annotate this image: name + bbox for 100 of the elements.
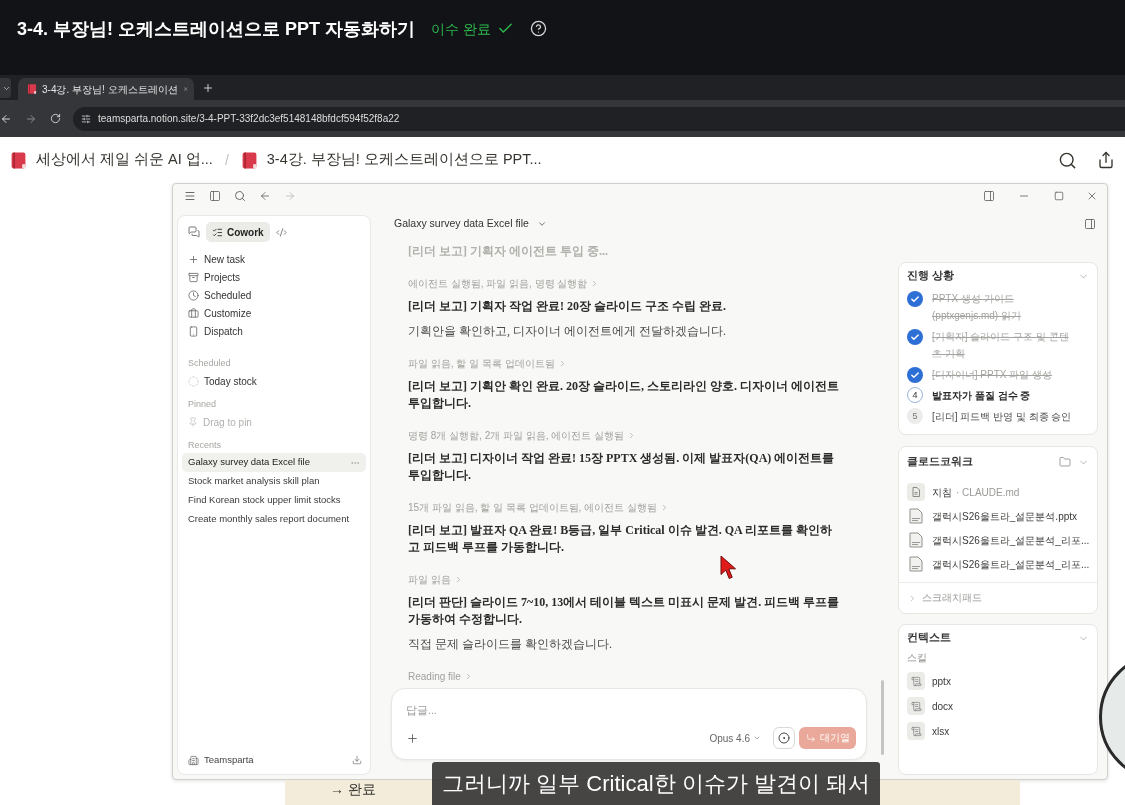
- scroll-icon: [907, 672, 925, 690]
- check-circle-icon: [907, 329, 923, 345]
- step-text: [디자이너] PPTX 파일 생성: [932, 368, 1052, 382]
- file-icon: [909, 532, 923, 548]
- forward-icon[interactable]: [25, 112, 37, 125]
- clock-icon: [188, 289, 199, 301]
- course-title: 3-4. 부장님! 오케스트레이션으로 PPT 자동화하기: [17, 18, 416, 41]
- mouse-cursor-icon: [720, 555, 738, 580]
- sidebar-nav-item[interactable]: Customize: [178, 304, 370, 322]
- breadcrumb-link[interactable]: 3-4강. 부장님! 오케스트레이션으로 PPT...: [240, 149, 542, 171]
- plus-icon: [188, 253, 199, 265]
- chat-title-button[interactable]: Galaxy survey data Excel file: [394, 216, 547, 232]
- back-icon[interactable]: [0, 112, 12, 125]
- new-tab-icon[interactable]: [202, 82, 214, 94]
- step-number: 4: [907, 387, 923, 403]
- step-text: 발표자가 품질 검수 중: [932, 389, 1031, 403]
- section-heading: Recents: [187, 439, 223, 452]
- dashed-circle-icon: [188, 375, 199, 387]
- checklist-icon: [212, 226, 223, 238]
- file-item[interactable]: 갤럭시S26울트라_설문분석.pptx: [907, 506, 1089, 526]
- sidebar-nav-item[interactable]: Scheduled: [178, 286, 370, 304]
- search-icon[interactable]: [1058, 150, 1077, 170]
- pin-icon: [188, 417, 198, 427]
- card-title: 컨텍스트: [907, 630, 952, 646]
- callout-text: → 완료: [330, 780, 376, 798]
- browser-tab[interactable]: 3-4강. 부장님! 오케스트레이션: [18, 78, 194, 100]
- message-text: [리더 보고] 기획자 에이전트 투입 중...: [408, 243, 609, 260]
- dot-circle-icon: [778, 732, 790, 744]
- model-selector[interactable]: Opus 4.6: [709, 730, 761, 746]
- help-icon[interactable]: [529, 20, 547, 37]
- sidebar-nav-item[interactable]: Projects: [178, 268, 370, 286]
- file-item[interactable]: 갤럭시S26울트라_설문분석_리포...: [907, 554, 1089, 574]
- subtitle-caption: 그러니까 일부 Critical한 이슈가 발견이 돼서: [432, 762, 880, 805]
- phone-icon: [188, 325, 199, 337]
- reload-icon[interactable]: [50, 113, 61, 124]
- skill-item[interactable]: docx: [907, 696, 1089, 716]
- book-icon: [27, 84, 37, 94]
- group-label: 스킬: [907, 651, 928, 665]
- file-icon: [909, 508, 923, 524]
- maximize-icon[interactable]: [1054, 190, 1064, 201]
- archive-icon: [188, 271, 199, 283]
- workspace-name[interactable]: Teamsparta: [204, 752, 352, 768]
- recent-chat-item[interactable]: Find Korean stock upper limit stocks: [182, 491, 366, 510]
- briefcase-icon: [188, 307, 199, 319]
- message-text: [리더 보고] 디자이너 작업 완료! 15장 PPTX 생성됨. 이제 발표자(QA) 에이전트를 투입합니다.: [408, 450, 836, 484]
- message-text: [리더 판단] 슬라이드 7~10, 13에서 테이블 텍스트 미표시 문제 발견. 피드백 루프를 가동하여 수정합니다.: [408, 594, 840, 628]
- completion-status: 이수 완료: [431, 20, 491, 39]
- skill-item[interactable]: pptx: [907, 671, 1089, 691]
- close-tab-icon[interactable]: [182, 84, 188, 94]
- cowork-mode-tab[interactable]: Cowork: [206, 222, 270, 242]
- sidebar-toggle-icon[interactable]: [209, 189, 221, 202]
- card-title: 진행 상황: [907, 268, 955, 284]
- reply-field[interactable]: 답글...: [406, 700, 706, 720]
- sidebar-nav-item[interactable]: Dispatch: [178, 322, 370, 340]
- recent-chat-item[interactable]: Galaxy survey data Excel file: [182, 453, 366, 472]
- step-text: [기획자] 슬라이드 구조 및 콘텐츠 기획: [932, 330, 1070, 361]
- scroll-icon: [907, 697, 925, 715]
- code-icon: [275, 226, 287, 238]
- document-icon: [907, 483, 925, 501]
- back-icon[interactable]: [259, 189, 271, 202]
- panel-toggle-icon[interactable]: [1084, 218, 1096, 230]
- file-icon: [909, 556, 923, 572]
- sidebar-nav-item[interactable]: New task: [178, 250, 370, 268]
- recent-chat-item[interactable]: Create monthly sales report document: [182, 510, 366, 529]
- breadcrumb-link[interactable]: 세상에서 제일 쉬운 AI 업...: [10, 149, 213, 171]
- panel-toggle-icon[interactable]: [983, 189, 995, 202]
- check-circle-icon: [907, 367, 923, 383]
- chat-icon: [188, 226, 200, 238]
- message-text: [리더 보고] 기획안 확인 완료. 20장 슬라이드, 스토리라인 양호. 디자이너 에이전트 투입합니다.: [408, 378, 840, 412]
- check-circle-icon: [907, 291, 923, 307]
- file-item[interactable]: 갤럭시S26울트라_설문분석_리포...: [907, 530, 1089, 550]
- record-button[interactable]: [773, 727, 795, 749]
- menu-icon[interactable]: [184, 189, 196, 202]
- add-icon[interactable]: [406, 731, 419, 745]
- chevron-down-icon: [536, 219, 547, 229]
- section-heading: Pinned: [187, 398, 218, 411]
- chevron-down-icon: [753, 734, 761, 742]
- section-heading: Scheduled: [187, 357, 232, 370]
- folder-icon[interactable]: [1059, 456, 1071, 468]
- message-text: 기획안을 확인하고, 디자이너 에이전트에게 전달하겠습니다.: [408, 323, 727, 340]
- scheduled-task[interactable]: Today stock: [178, 372, 370, 390]
- step-text: PPTX 생성 가이드 (pptxgenjs.md) 읽기: [932, 292, 1022, 323]
- breadcrumb-separator: /: [224, 150, 229, 170]
- building-icon: [188, 754, 199, 766]
- address-bar[interactable]: teamsparta.notion.site/3-4-PPT-33f2dc3ef5148148bfdcf594f52f8a22: [73, 106, 1125, 131]
- corner-arrow-icon: [805, 733, 816, 743]
- book-icon: [10, 151, 27, 169]
- message-text: 직접 문제 슬라이드를 확인하겠습니다.: [408, 636, 613, 653]
- file-item[interactable]: 지침 · CLAUDE.md: [907, 482, 1089, 502]
- share-icon[interactable]: [1097, 151, 1115, 169]
- chevron-right-icon: [908, 593, 917, 603]
- tab-search-button[interactable]: [0, 78, 11, 98]
- skill-item[interactable]: xlsx: [907, 721, 1089, 741]
- sliders-icon[interactable]: [81, 113, 91, 124]
- recent-chat-item[interactable]: Stock market analysis skill plan: [182, 472, 366, 491]
- message-text: [리더 보고] 기획자 작업 완료! 20장 슬라이드 구조 수립 완료.: [408, 298, 727, 315]
- pin-hint-text: Drag to pin: [203, 415, 252, 430]
- scrollbar-thumb[interactable]: [881, 680, 884, 755]
- download-icon[interactable]: [352, 755, 362, 765]
- message-text: [리더 보고] 발표자 QA 완료! B등급, 일부 Critical 이슈 발견. QA 리포트를 확인하고 피드백 루프를 가동합니다.: [408, 522, 833, 556]
